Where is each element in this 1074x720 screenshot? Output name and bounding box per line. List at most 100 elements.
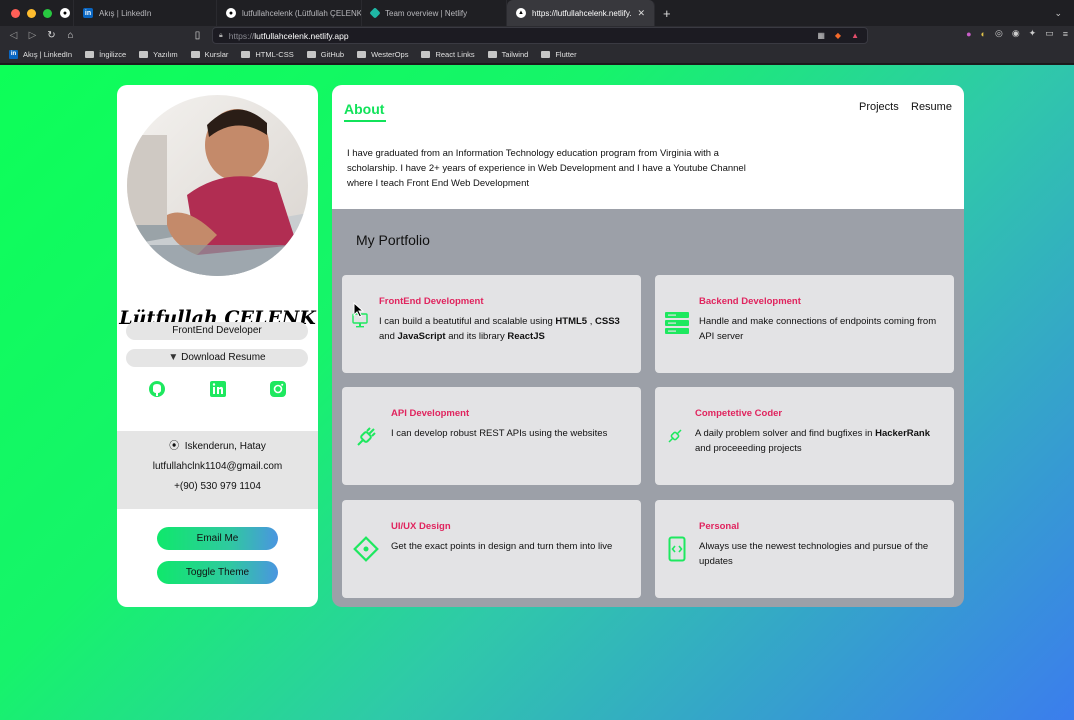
color-extension-icon[interactable]: ◐ [981, 29, 986, 39]
bookmark-label: GitHub [320, 49, 345, 59]
navigation-bar: ◁ ▷ ↻ ⌂ ▯ 🔒︎ https:// lutfullahcelenk.ne… [0, 26, 1074, 45]
folder-icon [421, 50, 431, 58]
bookmark-icon[interactable]: ▯ [188, 30, 207, 41]
desc-bold: JavaScript [397, 331, 446, 342]
instagram-icon[interactable] [269, 380, 287, 398]
bookmark-label: Kurslar [204, 49, 229, 59]
profile-card: Lütfullah ÇELENK FrontEnd Developer ▼ Do… [117, 85, 318, 607]
tab-title: Team overview | Netlify [385, 8, 468, 18]
wallet-icon[interactable]: ▭ [1045, 28, 1054, 39]
window-controls [0, 8, 56, 18]
portfolio-card-frontend: FrontEnd Development I can build a beatu… [342, 275, 641, 373]
card-description: Get the exact points in design and turn … [391, 541, 613, 552]
portfolio-card-backend: Backend Development Handle and make conn… [655, 275, 954, 373]
bookmark-folder[interactable]: İngilizce [85, 50, 126, 59]
tab-netlify[interactable]: Team overview | Netlify [362, 0, 507, 26]
brave-rewards-icon[interactable]: ▲ [851, 31, 859, 40]
mouse-cursor-icon [353, 302, 365, 318]
tab-github[interactable]: ● lutfullahcelenk (Lütfullah ÇELENK) [217, 0, 362, 26]
active-tab-underline [344, 120, 386, 122]
bookmark-folder[interactable]: HTML-CSS [241, 50, 294, 59]
linkedin-icon: in [83, 8, 93, 18]
social-links [117, 380, 318, 398]
back-button[interactable]: ◁ [4, 30, 23, 41]
card-title: UI/UX Design [391, 521, 451, 532]
bookmark-linkedin[interactable]: in Akış | LinkedIn [9, 49, 72, 59]
folder-icon [190, 50, 200, 58]
github-icon[interactable] [148, 380, 166, 398]
bookmark-label: Yazılım [153, 49, 178, 59]
location-row: ⦿ Iskenderun, Hatay [117, 437, 318, 457]
folder-icon [306, 50, 316, 58]
bookmark-folder[interactable]: WesterOps [357, 50, 408, 59]
desc-text: , [587, 316, 595, 327]
portfolio-card-personal: Personal Always use the newest technolog… [655, 500, 954, 598]
download-resume-button[interactable]: ▼ Download Resume [126, 349, 308, 367]
url-host: lutfullahcelenk.netlify.app [254, 30, 349, 41]
bookmark-folder[interactable]: Flutter [541, 50, 577, 59]
desc-bold: CSS3 [595, 316, 620, 327]
desc-text: I can build a beatutiful and scalable us… [379, 316, 556, 327]
desc-text: and [379, 331, 398, 342]
tab-list-chevron-icon[interactable]: ⌄ [1054, 8, 1074, 19]
bookmark-folder[interactable]: Yazılım [139, 49, 178, 59]
qr-code-icon[interactable]: ▦ [817, 31, 825, 40]
home-button[interactable]: ⌂ [61, 30, 80, 41]
folder-icon [139, 50, 149, 58]
close-tab-icon[interactable]: ✕ [637, 8, 645, 19]
tab-linkedin[interactable]: in Akış | LinkedIn [74, 0, 217, 26]
folder-icon [541, 50, 551, 58]
phone-text: +(90) 530 979 1104 [174, 481, 261, 492]
tab-github-pinned[interactable]: ● [56, 0, 74, 26]
settings-extension-icon[interactable]: ◎ [995, 28, 1003, 39]
desc-text: and proceeeding projects [695, 443, 802, 454]
code-icon [668, 536, 686, 562]
page-background: Lütfullah ÇELENK FrontEnd Developer ▼ Do… [0, 65, 1074, 720]
linkedin-icon[interactable] [209, 380, 227, 398]
portfolio-title: My Portfolio [356, 232, 430, 248]
brave-shield-icon[interactable]: ◆ [835, 31, 841, 40]
tab-title: https://lutfullahcelenk.netlify.app [532, 8, 632, 18]
maximize-window-button[interactable] [43, 8, 52, 18]
folder-icon [357, 50, 367, 58]
portfolio-card-competitive: Competetive Coder A daily problem solver… [655, 387, 954, 485]
desc-bold: HTML5 [555, 316, 588, 327]
toggle-theme-button[interactable]: Toggle Theme [157, 561, 278, 584]
bookmark-folder[interactable]: React Links [421, 50, 475, 59]
tab-resume[interactable]: Resume [911, 101, 952, 113]
toolbar-icons: ● ◐ ◎ ◉ ✦ ▭ ≡ [966, 28, 1068, 39]
tab-projects[interactable]: Projects [859, 101, 899, 113]
bookmark-folder[interactable]: Kurslar [190, 49, 229, 59]
tab-title: lutfullahcelenk (Lütfullah ÇELENK) [242, 8, 362, 18]
tie-icon: ▼ [168, 352, 179, 363]
download-resume-label: Download Resume [181, 352, 266, 363]
tab-active-portfolio[interactable]: ▲ https://lutfullahcelenk.netlify.app ✕ [507, 0, 655, 26]
card-description: I can develop robust REST APIs using the… [391, 428, 608, 439]
forward-button[interactable]: ▷ [23, 30, 42, 41]
puzzle-icon[interactable]: ✦ [1029, 28, 1037, 39]
main-content: About Projects Resume I have graduated f… [332, 85, 964, 607]
extension-icon[interactable]: ● [966, 29, 971, 39]
minimize-window-button[interactable] [27, 8, 36, 18]
map-pin-icon: ⦿ [169, 441, 180, 452]
card-title: Competetive Coder [695, 408, 783, 419]
bookmark-folder[interactable]: GitHub [306, 49, 345, 59]
reload-button[interactable]: ↻ [42, 30, 61, 41]
linkedin-icon: in [9, 49, 18, 59]
address-bar[interactable]: 🔒︎ https:// lutfullahcelenk.netlify.app … [212, 27, 868, 44]
menu-icon[interactable]: ≡ [1063, 29, 1068, 39]
card-description: Handle and make connections of endpoints… [699, 316, 937, 342]
tab-about[interactable]: About [344, 101, 384, 117]
card-description: A daily problem solver and find bugfixes… [695, 426, 947, 456]
folder-icon [85, 50, 95, 58]
new-tab-button[interactable]: + [655, 6, 671, 21]
extension-icon[interactable]: ◉ [1012, 28, 1020, 39]
plug-icon [668, 429, 682, 443]
email-me-button[interactable]: Email Me [157, 527, 278, 550]
desc-bold: HackerRank [875, 428, 930, 439]
url-scheme: https:// [228, 30, 255, 41]
card-title: Backend Development [699, 296, 801, 307]
bookmark-folder[interactable]: Tailwind [487, 50, 528, 59]
tab-bar: ● in Akış | LinkedIn ● lutfullahcelenk (… [0, 0, 1074, 26]
close-window-button[interactable] [11, 8, 20, 18]
